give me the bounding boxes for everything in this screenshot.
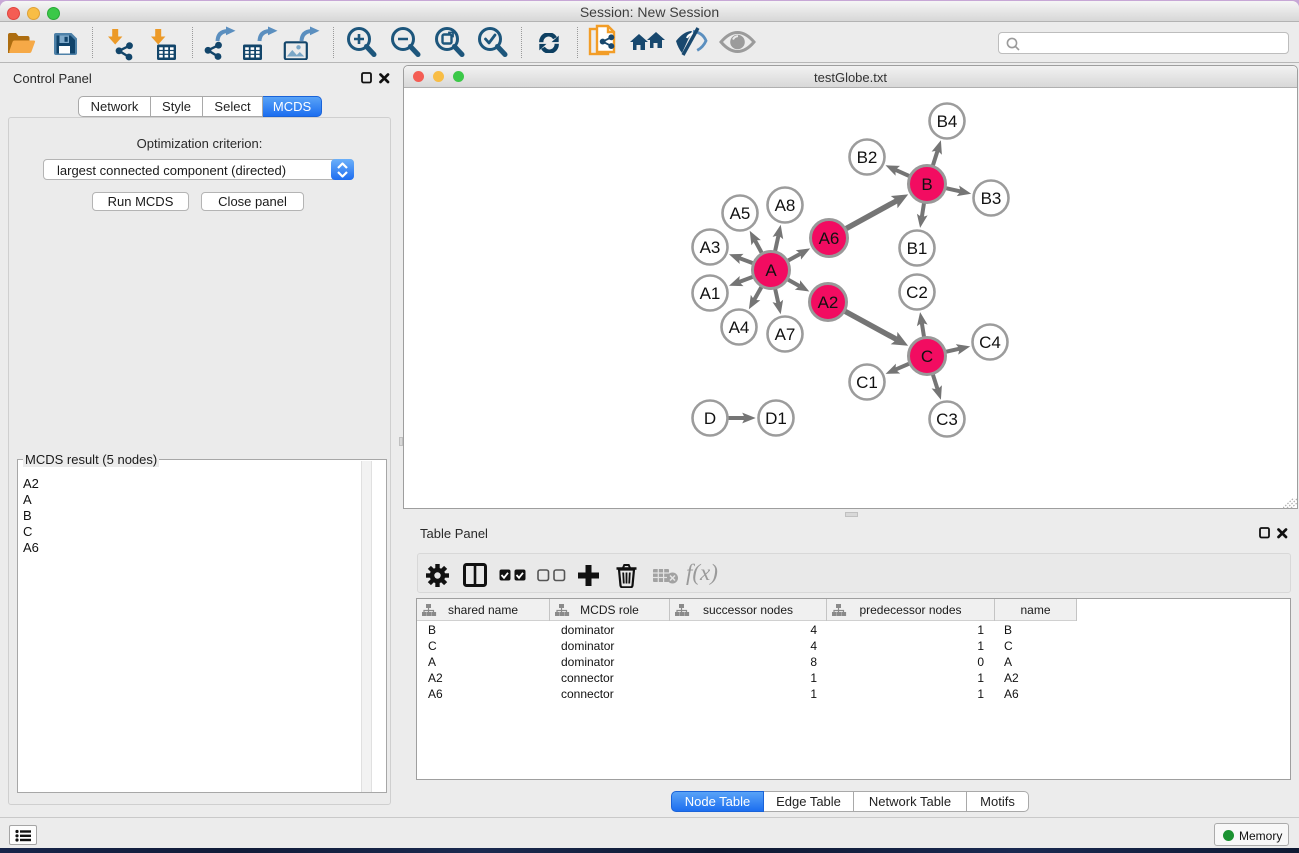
svg-text:C: C: [921, 347, 933, 366]
svg-text:A2: A2: [818, 293, 839, 312]
svg-text:A7: A7: [775, 325, 796, 344]
svg-text:C1: C1: [856, 373, 878, 392]
svg-text:B: B: [921, 175, 932, 194]
svg-text:D: D: [704, 409, 716, 428]
svg-text:C4: C4: [979, 333, 1001, 352]
svg-text:C3: C3: [936, 410, 958, 429]
svg-text:A8: A8: [775, 196, 796, 215]
svg-text:B3: B3: [981, 189, 1002, 208]
svg-text:A3: A3: [700, 238, 721, 257]
svg-text:A6: A6: [819, 229, 840, 248]
svg-text:A5: A5: [730, 204, 751, 223]
svg-text:A: A: [765, 261, 777, 280]
svg-text:B1: B1: [907, 239, 928, 258]
svg-text:D1: D1: [765, 409, 787, 428]
svg-text:A1: A1: [700, 284, 721, 303]
svg-text:A4: A4: [729, 318, 750, 337]
svg-text:B2: B2: [857, 148, 878, 167]
svg-text:C2: C2: [906, 283, 928, 302]
svg-text:B4: B4: [937, 112, 958, 131]
